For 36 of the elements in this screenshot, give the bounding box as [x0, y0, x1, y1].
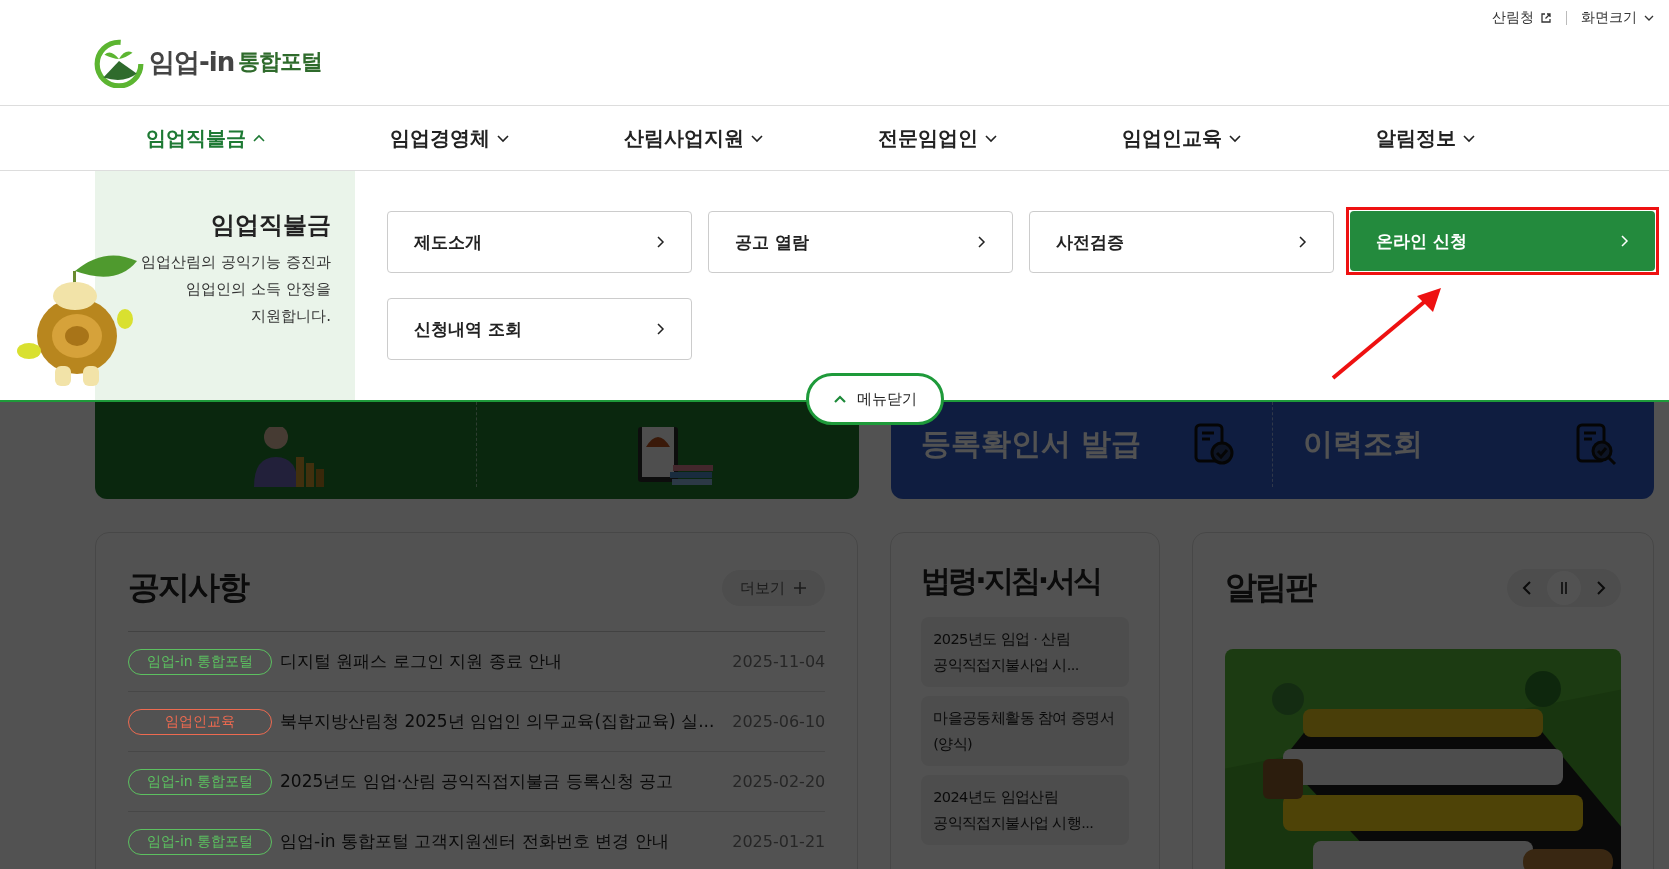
- chevron-right-icon: [655, 322, 665, 336]
- external-link-icon: [1540, 12, 1552, 24]
- banner-label: 등록확인서 발급: [920, 425, 1141, 463]
- top-link[interactable]: 화면크기: [1581, 9, 1655, 27]
- menu-link[interactable]: 온라인 신청: [1350, 211, 1655, 271]
- pause-button[interactable]: [1547, 571, 1581, 605]
- nav-tab[interactable]: 산림사업지원: [624, 124, 878, 152]
- service-banner[interactable]: [95, 402, 859, 499]
- nav-tab[interactable]: 임업경영체: [390, 124, 624, 152]
- nav-tab[interactable]: 알림정보: [1376, 124, 1476, 152]
- chevron-right-icon: [1619, 234, 1629, 248]
- menu-link[interactable]: 제도소개: [387, 211, 692, 273]
- chevron-up-icon: [833, 394, 847, 404]
- chevron-right-icon: [655, 235, 665, 249]
- top-link[interactable]: 산림청: [1492, 9, 1552, 27]
- site-logo[interactable]: 임업-in 통합포털: [93, 36, 323, 88]
- next-icon[interactable]: [1595, 580, 1607, 596]
- document-search-icon: [1574, 422, 1618, 467]
- menu-close-button[interactable]: 메뉴닫기: [806, 373, 944, 425]
- menu-description: 임업산림의 공익기능 증진과 임업인의 소득 안정을 지원합니다.: [140, 252, 331, 327]
- menu-link[interactable]: 사전검증: [1029, 211, 1334, 273]
- nav-tab[interactable]: 임업직불금: [146, 124, 390, 152]
- nav-tab[interactable]: 전문임업인: [878, 124, 1122, 152]
- section-title: 공지사항: [128, 567, 248, 608]
- pause-icon: [1559, 581, 1569, 595]
- menu-link[interactable]: 공고 열람: [708, 211, 1013, 273]
- menu-link[interactable]: 신청내역 조회: [387, 298, 692, 360]
- chevron-right-icon: [1297, 235, 1307, 249]
- banner-label: 이력조회: [1302, 425, 1423, 463]
- menu-title: 임업직불금: [210, 210, 331, 241]
- section-title: 알림판: [1225, 567, 1315, 608]
- nav-tab[interactable]: 임업인교육: [1122, 124, 1376, 152]
- chevron-right-icon: [976, 235, 986, 249]
- plus-icon: [793, 581, 808, 595]
- previous-icon[interactable]: [1521, 580, 1533, 596]
- section-title: 법령·지침·서식: [921, 562, 1102, 600]
